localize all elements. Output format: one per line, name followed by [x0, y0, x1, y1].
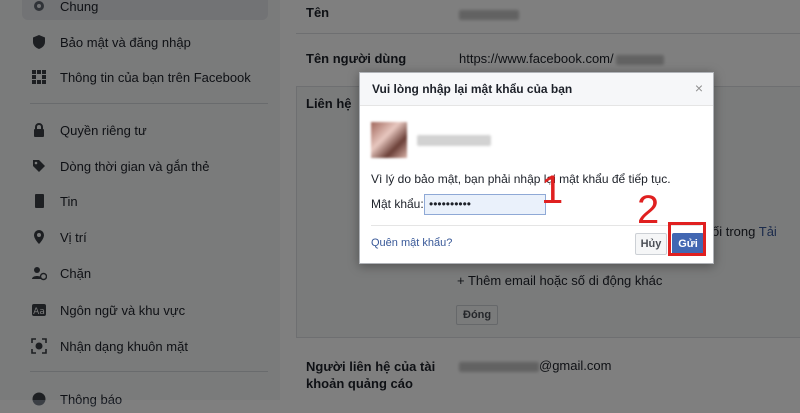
cancel-button[interactable]: Hủy [635, 233, 667, 255]
send-button-highlight [668, 222, 706, 256]
security-notice: Vì lý do bảo mật, bạn phải nhập lại mật … [371, 172, 671, 186]
close-icon[interactable]: × [695, 80, 703, 96]
dialog-header: Vui lòng nhập lại mật khẩu của bạn × [360, 73, 713, 106]
forgot-password-link[interactable]: Quên mật khẩu? [371, 237, 452, 249]
user-name-blurred [417, 135, 491, 146]
reenter-password-dialog: Vui lòng nhập lại mật khẩu của bạn × Vì … [359, 72, 714, 264]
dialog-title: Vui lòng nhập lại mật khẩu của bạn [372, 82, 573, 96]
password-field[interactable]: •••••••••• [424, 194, 546, 215]
avatar [371, 122, 407, 158]
step-2-marker: 2 [637, 188, 660, 232]
step-1-marker: 1 [541, 168, 564, 212]
password-label: Mật khẩu: [371, 197, 424, 211]
